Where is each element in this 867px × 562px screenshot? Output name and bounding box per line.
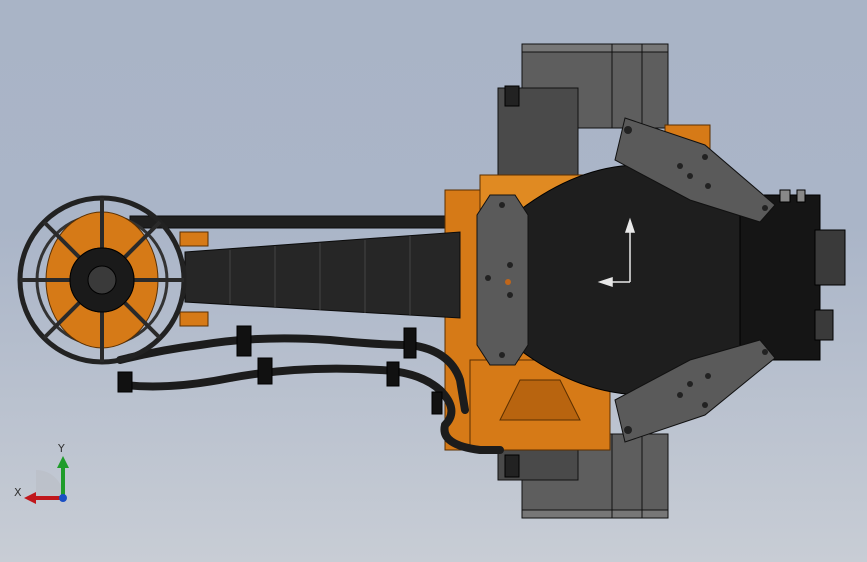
triad-y-arrow-icon <box>57 456 69 468</box>
triad-xy-plane-shade <box>36 470 64 498</box>
triad-x-arrow-icon <box>24 492 36 504</box>
wrist-shell <box>519 164 846 396</box>
view-orientation-triad[interactable]: Y X <box>14 440 78 506</box>
robot-assembly-model[interactable] <box>0 0 867 562</box>
cable-harness <box>116 334 504 454</box>
tapered-arm <box>179 231 461 327</box>
cad-graphics-viewport[interactable]: Y X <box>0 0 867 562</box>
triad-x-label: X <box>14 486 22 499</box>
cable-reel-wheel <box>17 195 187 365</box>
side-plate <box>476 194 529 366</box>
triad-z-axis-icon <box>59 494 67 502</box>
triad-y-label: Y <box>57 442 65 455</box>
